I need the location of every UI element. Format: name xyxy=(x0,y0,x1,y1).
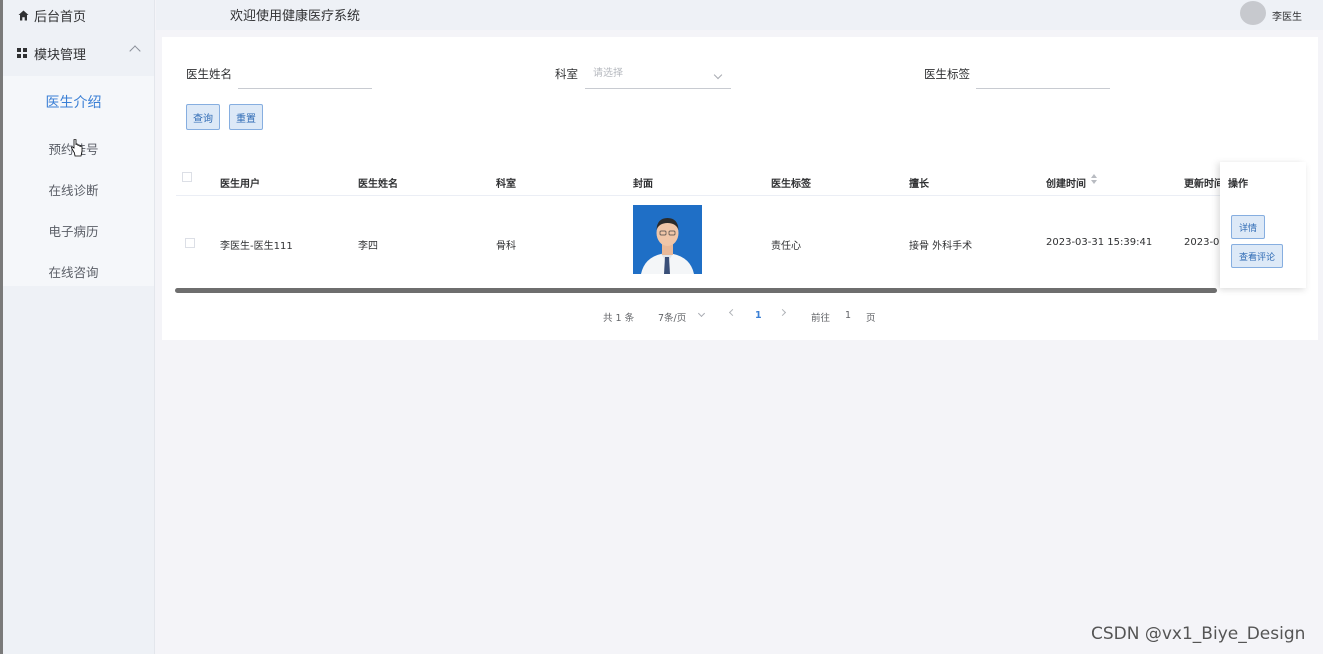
doctor-tag-label: 医生标签 xyxy=(924,67,970,81)
sidebar-item-online-diagnosis[interactable]: 在线诊断 xyxy=(3,169,154,210)
table-row: 李医生-医生111 李四 骨科 责任心 接骨 外科手术 2023-03-31 1… xyxy=(176,197,1304,287)
sidebar-item-label: 医生介绍 xyxy=(45,95,102,111)
column-header: 科室 xyxy=(496,179,516,190)
chevron-down-icon xyxy=(713,70,723,80)
horizontal-scrollbar[interactable] xyxy=(175,288,1217,293)
sidebar-submenu-modules[interactable]: 模块管理 xyxy=(3,30,154,76)
sidebar-item-doctor-intro[interactable]: 医生介绍 xyxy=(3,76,154,128)
cell-department: 骨科 xyxy=(496,241,516,252)
cell-specialty: 接骨 外科手术 xyxy=(909,241,973,252)
query-button[interactable]: 查询 xyxy=(186,104,220,130)
welcome-text: 欢迎使用健康医疗系统 xyxy=(230,9,361,24)
reset-button[interactable]: 重置 xyxy=(229,104,263,130)
prev-page-icon[interactable] xyxy=(728,308,737,317)
next-page-icon[interactable] xyxy=(778,308,787,317)
cell-created: 2023-03-31 15:39:41 xyxy=(1046,237,1153,248)
sidebar: 后台首页 模块管理 医生介绍 预约挂号 在线诊断 电子病历 在线咨询 xyxy=(3,0,155,654)
column-header: 更新时间 xyxy=(1184,179,1224,190)
detail-button[interactable]: 详情 xyxy=(1231,215,1265,239)
department-select[interactable]: 请选择 xyxy=(585,67,731,89)
department-placeholder: 请选择 xyxy=(593,68,623,79)
cell-name: 李四 xyxy=(358,241,378,252)
row-checkbox[interactable] xyxy=(185,238,195,248)
page-size-select[interactable]: 7条/页 xyxy=(658,310,686,324)
sidebar-item-label: 在线咨询 xyxy=(48,265,99,280)
sidebar-item-label: 在线诊断 xyxy=(48,183,99,198)
hand-cursor-icon xyxy=(71,139,83,157)
column-header: 医生姓名 xyxy=(358,179,398,190)
sort-icon[interactable] xyxy=(1091,174,1097,184)
pagination: 共 1 条 7条/页 1 前往 1 页 xyxy=(162,308,1318,324)
total-count: 共 1 条 xyxy=(603,313,635,324)
doctor-cover-image xyxy=(633,205,702,274)
cell-user: 李医生-医生111 xyxy=(220,241,293,252)
doctor-tag-input[interactable] xyxy=(976,67,1110,89)
cell-tag: 责任心 xyxy=(771,241,801,252)
chevron-up-icon xyxy=(129,45,141,57)
sidebar-item-label: 模块管理 xyxy=(34,47,87,63)
submenu-list: 医生介绍 预约挂号 在线诊断 电子病历 在线咨询 xyxy=(3,76,154,286)
sidebar-item-medical-record[interactable]: 电子病历 xyxy=(3,210,154,251)
column-header: 医生用户 xyxy=(220,179,260,190)
avatar[interactable] xyxy=(1240,1,1266,25)
current-page[interactable]: 1 xyxy=(755,310,762,321)
doctor-name-label: 医生姓名 xyxy=(186,67,232,81)
username-label[interactable]: 李医生 xyxy=(1272,8,1302,23)
select-all-checkbox[interactable] xyxy=(182,172,192,182)
page-suffix: 页 xyxy=(866,313,876,324)
sidebar-item-online-consult[interactable]: 在线咨询 xyxy=(3,251,154,292)
goto-page-input[interactable]: 1 xyxy=(845,310,851,321)
goto-label: 前往 xyxy=(811,313,831,324)
fixed-actions-column: 操作 详情 查看评论 xyxy=(1220,162,1306,288)
department-label: 科室 xyxy=(555,67,578,81)
sidebar-item-home[interactable]: 后台首页 xyxy=(3,0,154,30)
column-header: 封面 xyxy=(633,179,653,190)
top-bar: 欢迎使用健康医疗系统 李医生 xyxy=(156,0,1323,30)
column-header-sortable[interactable]: 创建时间 xyxy=(1046,175,1086,190)
search-form: 医生姓名 科室 请选择 医生标签 xyxy=(162,67,1318,91)
doctor-name-input[interactable] xyxy=(238,67,372,89)
sidebar-item-label: 电子病历 xyxy=(48,224,99,239)
main-card: 医生姓名 科室 请选择 医生标签 查询 重置 医生用户 医生姓名 科室 封面 医… xyxy=(162,37,1318,340)
view-reviews-button[interactable]: 查看评论 xyxy=(1231,244,1283,268)
watermark: CSDN @vx1_Biye_Design xyxy=(1091,624,1306,644)
sidebar-item-label: 后台首页 xyxy=(34,9,87,25)
home-icon xyxy=(17,9,29,21)
chevron-down-icon xyxy=(697,309,706,318)
grid-icon xyxy=(17,47,29,59)
column-header: 操作 xyxy=(1228,179,1248,190)
table-header: 医生用户 医生姓名 科室 封面 医生标签 擅长 创建时间 更新时间 xyxy=(176,162,1304,196)
column-header: 擅长 xyxy=(909,179,929,190)
column-header: 医生标签 xyxy=(771,179,811,190)
